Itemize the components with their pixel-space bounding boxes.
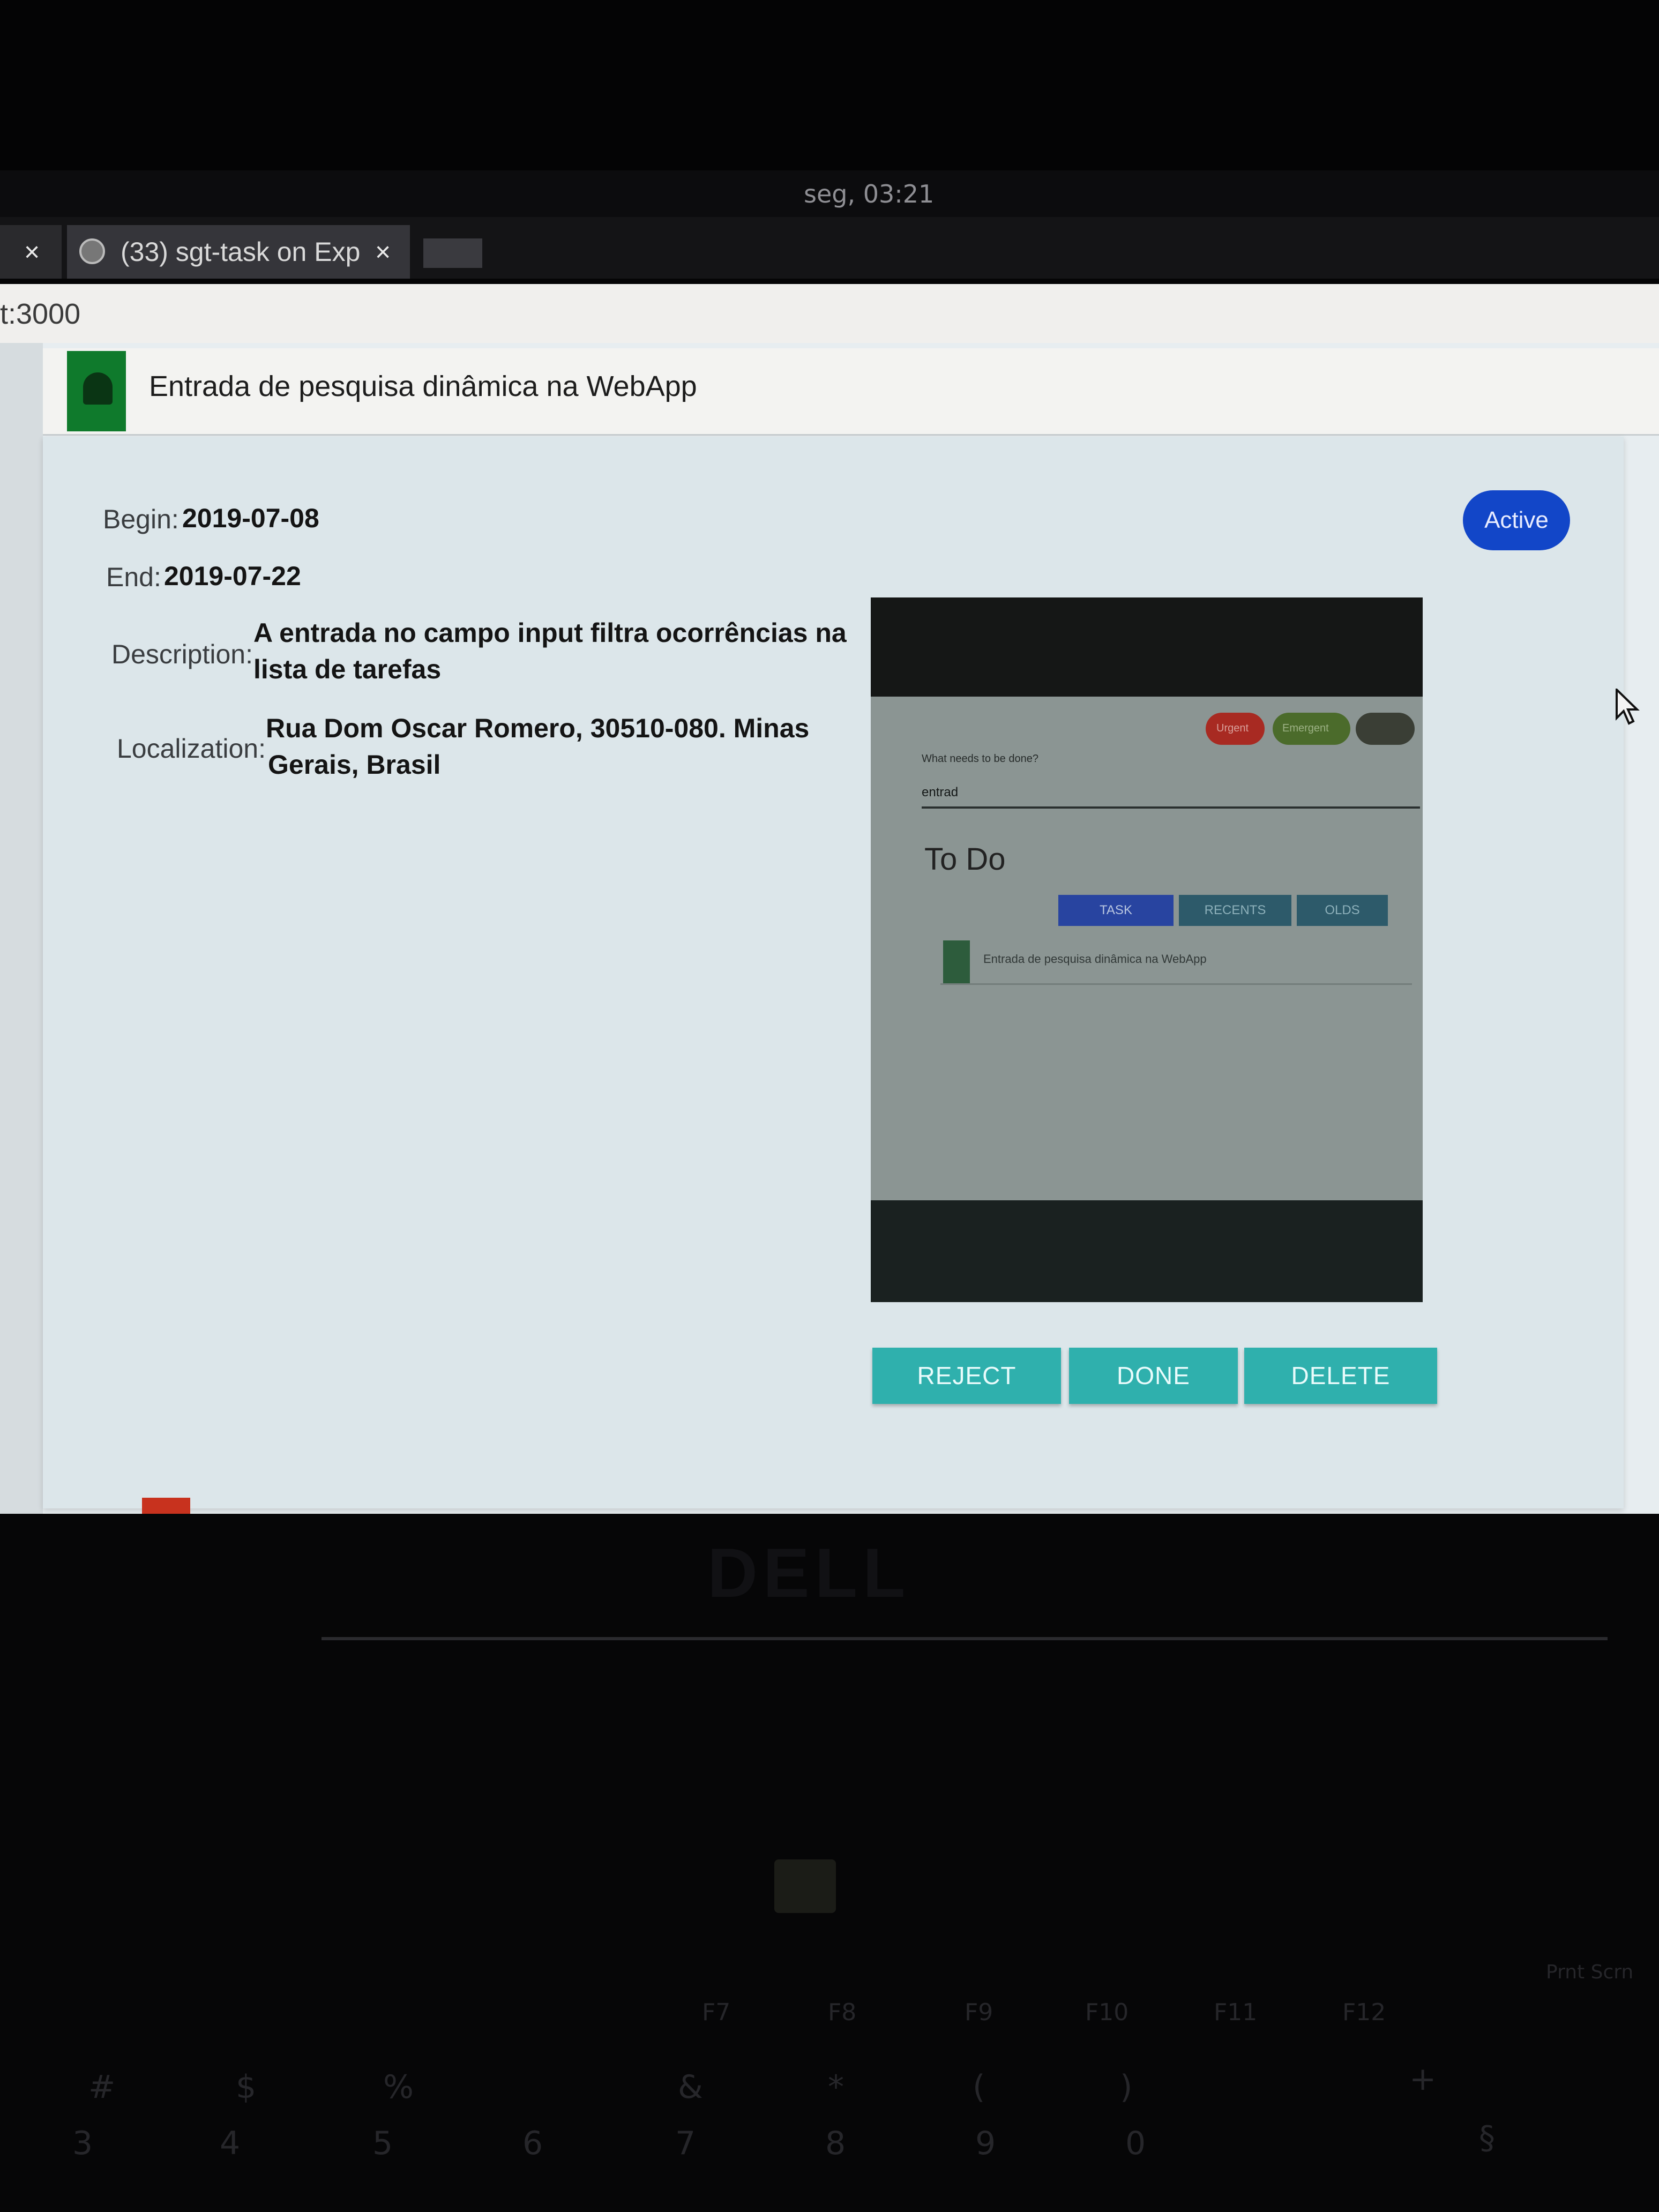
key-0[interactable]: 0 [1125, 2125, 1146, 2162]
key-f9[interactable]: F9 [965, 1999, 993, 2026]
preview-tab-olds-label: OLDS [1325, 903, 1360, 917]
key-4[interactable]: 4 [220, 2125, 240, 2162]
preview-item-status [943, 940, 970, 983]
preview-item-text: Entrada de pesquisa dinâmica na WebApp [983, 952, 1207, 966]
page-left-margin [0, 343, 43, 1514]
key-7[interactable]: 7 [675, 2125, 696, 2162]
preview-prompt: What needs to be done? [922, 753, 1038, 765]
address-bar[interactable] [0, 284, 1659, 345]
key-dollar[interactable]: $ [236, 2068, 256, 2106]
preview-emergent-label: Emergent [1282, 722, 1329, 734]
browser-tab-1[interactable]: × [0, 225, 62, 279]
bell-icon [83, 372, 113, 405]
power-button[interactable] [774, 1859, 836, 1913]
preview-heading: To Do [924, 842, 1006, 877]
description-label: Description: [111, 639, 253, 669]
task-title[interactable]: Entrada de pesquisa dinâmica na WebApp [149, 370, 697, 403]
laptop-hinge [322, 1637, 1608, 1640]
localization-value-line2: Gerais, Brasil [268, 750, 441, 780]
key-f11[interactable]: F11 [1214, 1999, 1257, 2026]
preview-footer [871, 1200, 1423, 1302]
localization-label: Localization: [117, 734, 266, 764]
begin-label: Begin: [103, 504, 179, 534]
preview-header [871, 597, 1423, 697]
key-f10[interactable]: F10 [1085, 1999, 1129, 2026]
key-plus[interactable]: + [1409, 2060, 1436, 2098]
preview-emergent-chip: Emergent [1273, 713, 1350, 745]
preview-tab-recents: RECENTS [1179, 895, 1291, 926]
localization-value-line1: Rua Dom Oscar Romero, 30510-080. Minas [266, 713, 810, 743]
task-attachment-image[interactable]: Urgent Emergent What needs to be done? e… [871, 597, 1423, 1302]
monitor-bezel-top [0, 0, 1659, 177]
key-percent[interactable]: % [383, 2068, 414, 2106]
preview-tab-task-label: TASK [1100, 903, 1132, 917]
preview-urgent-label: Urgent [1216, 722, 1249, 734]
new-tab-button[interactable] [423, 238, 482, 268]
end-value: 2019-07-22 [164, 561, 301, 591]
key-hash[interactable]: # [88, 2068, 115, 2106]
description-value-line2: lista de tarefas [253, 654, 442, 684]
tab-title: (33) sgt-task on Exp [121, 237, 361, 267]
key-3[interactable]: 3 [72, 2125, 93, 2162]
key-6[interactable]: 6 [522, 2125, 543, 2162]
begin-value: 2019-07-08 [182, 503, 319, 533]
github-favicon-icon [79, 238, 105, 264]
key-f12[interactable]: F12 [1342, 1999, 1386, 2026]
key-star[interactable]: * [828, 2068, 844, 2106]
key-8[interactable]: 8 [825, 2125, 846, 2162]
preview-tab-olds: OLDS [1297, 895, 1388, 926]
key-f8[interactable]: F8 [828, 1999, 856, 2026]
key-5[interactable]: 5 [372, 2125, 393, 2162]
done-button[interactable]: DONE [1069, 1348, 1238, 1404]
key-9[interactable]: 9 [975, 2125, 996, 2162]
key-section[interactable]: § [1479, 2119, 1495, 2157]
key-f7[interactable]: F7 [702, 1999, 730, 2026]
key-amp[interactable]: & [678, 2068, 703, 2106]
close-tab-icon[interactable]: × [375, 225, 391, 279]
address-url[interactable]: t:3000 [0, 297, 80, 331]
browser-tab-2[interactable]: (33) sgt-task on Exp × [67, 225, 410, 279]
preview-input-value: entrad [922, 785, 959, 799]
status-badge: Active [1463, 490, 1570, 550]
mouse-pointer-icon [1616, 689, 1640, 725]
preview-chip [1356, 713, 1415, 745]
description-value-line1: A entrada no campo input filtra ocorrênc… [253, 618, 847, 648]
end-label: End: [106, 562, 161, 592]
close-tab-icon[interactable]: × [24, 225, 40, 279]
preview-tab-task: TASK [1058, 895, 1174, 926]
delete-button[interactable]: DELETE [1244, 1348, 1437, 1404]
reject-button[interactable]: REJECT [872, 1348, 1061, 1404]
preview-tab-recents-label: RECENTS [1204, 903, 1266, 917]
preview-input-underline [922, 806, 1420, 809]
key-lparen[interactable]: ( [973, 2068, 985, 2106]
dell-logo: DELL [707, 1534, 911, 1612]
preview-urgent-chip: Urgent [1206, 713, 1265, 745]
key-rparen[interactable]: ) [1120, 2068, 1132, 2106]
key-prtscr[interactable]: Prnt Scrn [1546, 1961, 1633, 1983]
system-clock: seg, 03:21 [804, 180, 935, 208]
